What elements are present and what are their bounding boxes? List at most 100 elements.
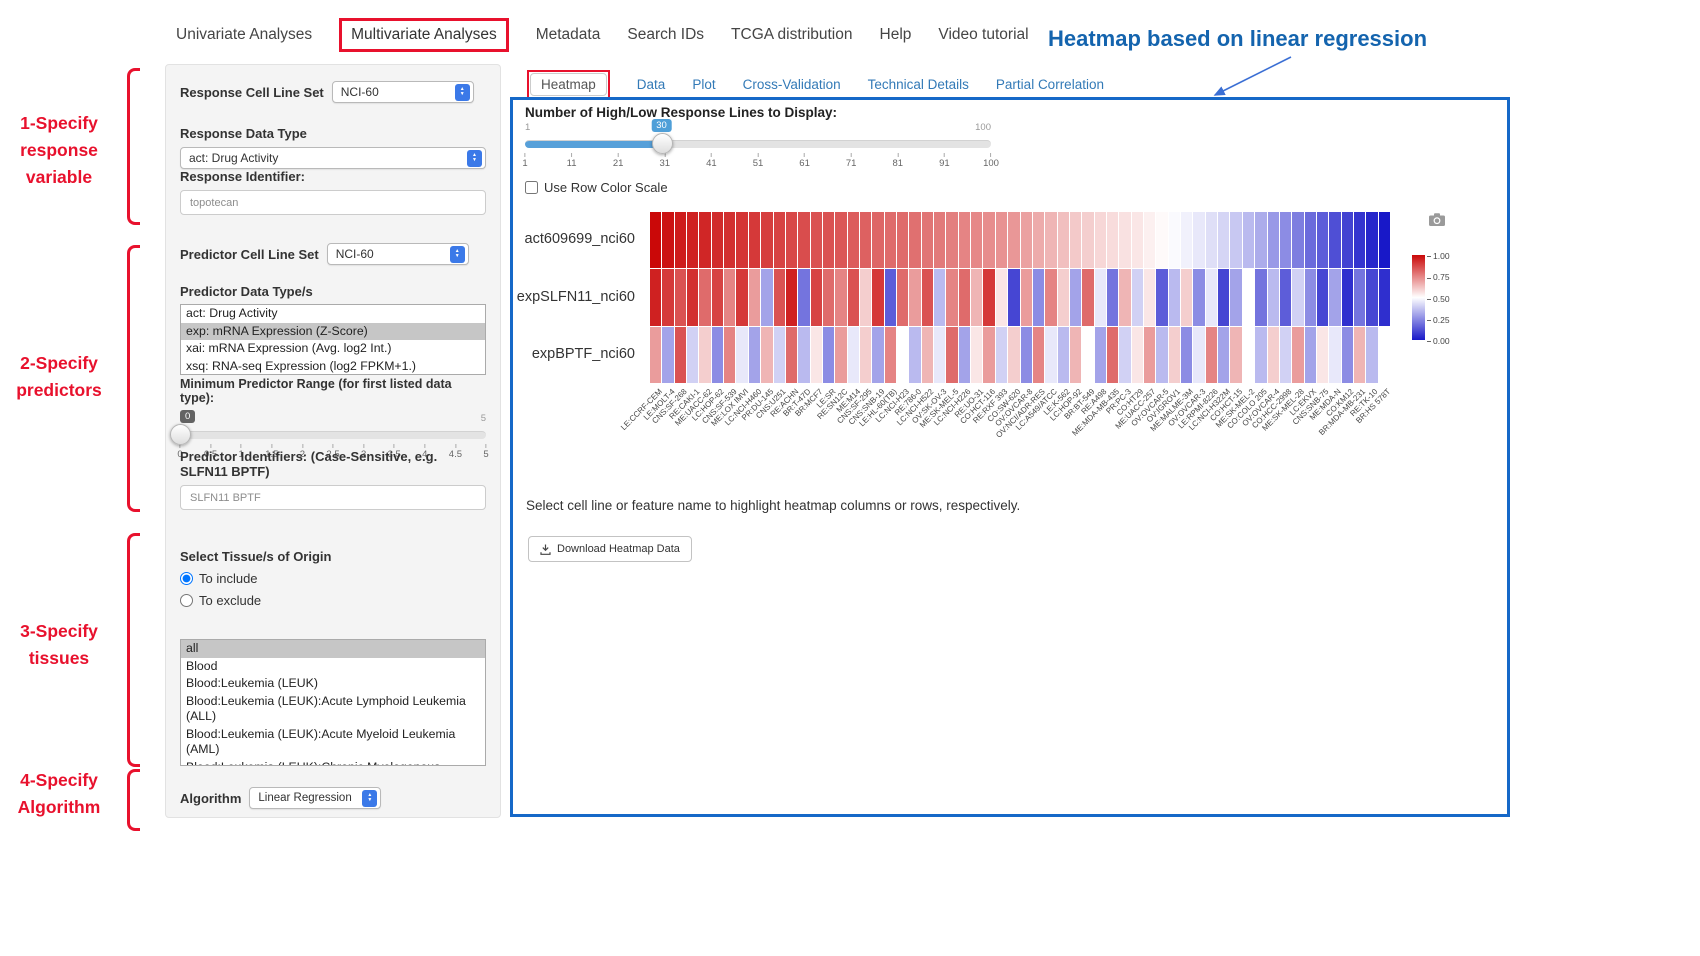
heatmap-cell[interactable] [909,269,920,325]
heatmap-cell[interactable] [1181,269,1192,325]
slider-track[interactable] [180,431,486,439]
camera-icon[interactable] [1428,212,1446,232]
heatmap-cell[interactable] [860,269,871,325]
heatmap-cell[interactable] [1144,269,1155,325]
heatmap-cell[interactable] [1218,212,1229,268]
heatmap-cell[interactable] [872,269,883,325]
tissue-exclude-option[interactable]: To exclude [180,593,486,608]
tissue-include-option[interactable]: To include [180,571,486,586]
heatmap-cell[interactable] [909,212,920,268]
heatmap-cell[interactable] [675,327,686,383]
heatmap-cell[interactable] [1021,212,1032,268]
heatmap-cell[interactable] [959,212,970,268]
heatmap-cell[interactable] [1243,212,1254,268]
heatmap-cell[interactable] [885,212,896,268]
heatmap-cell[interactable] [1181,327,1192,383]
heatmap-cell[interactable] [1058,212,1069,268]
heatmap-cell[interactable] [662,212,673,268]
heatmap-cell[interactable] [662,327,673,383]
heatmap-cell[interactable] [761,327,772,383]
heatmap-cell[interactable] [1107,269,1118,325]
heatmap-cell[interactable] [922,269,933,325]
heatmap-cell[interactable] [662,269,673,325]
heatmap-cell[interactable] [922,212,933,268]
heatmap-cell[interactable] [774,327,785,383]
row-color-scale-checkbox[interactable] [525,181,538,194]
heatmap-cell[interactable] [811,212,822,268]
heatmap-cell[interactable] [934,269,945,325]
heatmap-cell[interactable] [1354,327,1365,383]
heatmap-cell[interactable] [823,327,834,383]
heatmap-cell[interactable] [1008,212,1019,268]
heatmap-cell[interactable] [736,212,747,268]
list-option[interactable]: xai: mRNA Expression (Avg. log2 Int.) [181,340,485,358]
heatmap-cell[interactable] [971,269,982,325]
heatmap-cell[interactable] [1342,212,1353,268]
heatmap-cell[interactable] [1379,327,1390,383]
heatmap-cell[interactable] [811,327,822,383]
heatmap-cell[interactable] [1070,269,1081,325]
heatmap-cell[interactable] [946,269,957,325]
response-cell-line-set-select[interactable]: NCI-60 ▲▼ [332,81,474,103]
heatmap-cell[interactable] [774,212,785,268]
heatmap-cell[interactable] [749,269,760,325]
heatmap-cell[interactable] [1230,269,1241,325]
heatmap-cell[interactable] [724,269,735,325]
heatmap-cell[interactable] [1243,269,1254,325]
heatmap-cell[interactable] [1169,212,1180,268]
heatmap-cell[interactable] [897,327,908,383]
heatmap-row-label[interactable]: expSLFN11_nci60 [513,289,643,305]
heatmap-cell[interactable] [1132,327,1143,383]
heatmap-cell[interactable] [996,327,1007,383]
list-option[interactable]: all [181,640,485,658]
heatmap-cell[interactable] [1317,327,1328,383]
heatmap-cell[interactable] [761,212,772,268]
predictor-data-type-list[interactable]: act: Drug Activityexp: mRNA Expression (… [180,304,486,375]
heatmap-cell[interactable] [1379,269,1390,325]
heatmap-cell[interactable] [1305,327,1316,383]
lines-slider[interactable]: 1 100 30 1112131415161718191100 [525,122,991,174]
heatmap-cell[interactable] [1058,269,1069,325]
heatmap-cell[interactable] [724,212,735,268]
heatmap-cell[interactable] [897,269,908,325]
heatmap-cell[interactable] [1070,327,1081,383]
heatmap-cell[interactable] [1119,327,1130,383]
list-option[interactable]: act: Drug Activity [181,305,485,323]
heatmap-cell[interactable] [1156,212,1167,268]
heatmap-cell[interactable] [922,327,933,383]
heatmap-cell[interactable] [1132,269,1143,325]
algorithm-select[interactable]: Linear Regression ▲▼ [249,787,381,809]
heatmap-cell[interactable] [650,327,661,383]
heatmap-cell[interactable] [971,327,982,383]
heatmap-cell[interactable] [1255,269,1266,325]
heatmap-cell[interactable] [1329,212,1340,268]
heatmap-cell[interactable] [1354,212,1365,268]
heatmap-cell[interactable] [712,269,723,325]
heatmap-cell[interactable] [1008,269,1019,325]
heatmap-cell[interactable] [1144,212,1155,268]
heatmap-cell[interactable] [798,327,809,383]
heatmap-cell[interactable] [1132,212,1143,268]
heatmap-cell[interactable] [1317,212,1328,268]
heatmap-cell[interactable] [934,212,945,268]
heatmap-cell[interactable] [959,327,970,383]
heatmap-cell[interactable] [699,269,710,325]
heatmap-cell[interactable] [1268,269,1279,325]
heatmap-cell[interactable] [1181,212,1192,268]
heatmap-cell[interactable] [1206,327,1217,383]
heatmap-cell[interactable] [1206,269,1217,325]
heatmap-cell[interactable] [798,212,809,268]
heatmap-cell[interactable] [1082,327,1093,383]
list-option[interactable]: xsq: RNA-seq Expression (log2 FPKM+1.) [181,358,485,376]
heatmap-cell[interactable] [1342,327,1353,383]
tab-technical-details[interactable]: Technical Details [868,77,969,92]
heatmap-cell[interactable] [872,212,883,268]
row-color-scale-option[interactable]: Use Row Color Scale [525,180,668,195]
list-option[interactable]: Blood:Leukemia (LEUK):Acute Myeloid Leuk… [181,726,485,759]
heatmap-cell[interactable] [1095,327,1106,383]
heatmap-cell[interactable] [1193,212,1204,268]
heatmap-cell[interactable] [823,212,834,268]
predictor-identifiers-input[interactable] [180,485,486,510]
heatmap-cell[interactable] [1193,269,1204,325]
heatmap-cell[interactable] [1033,212,1044,268]
